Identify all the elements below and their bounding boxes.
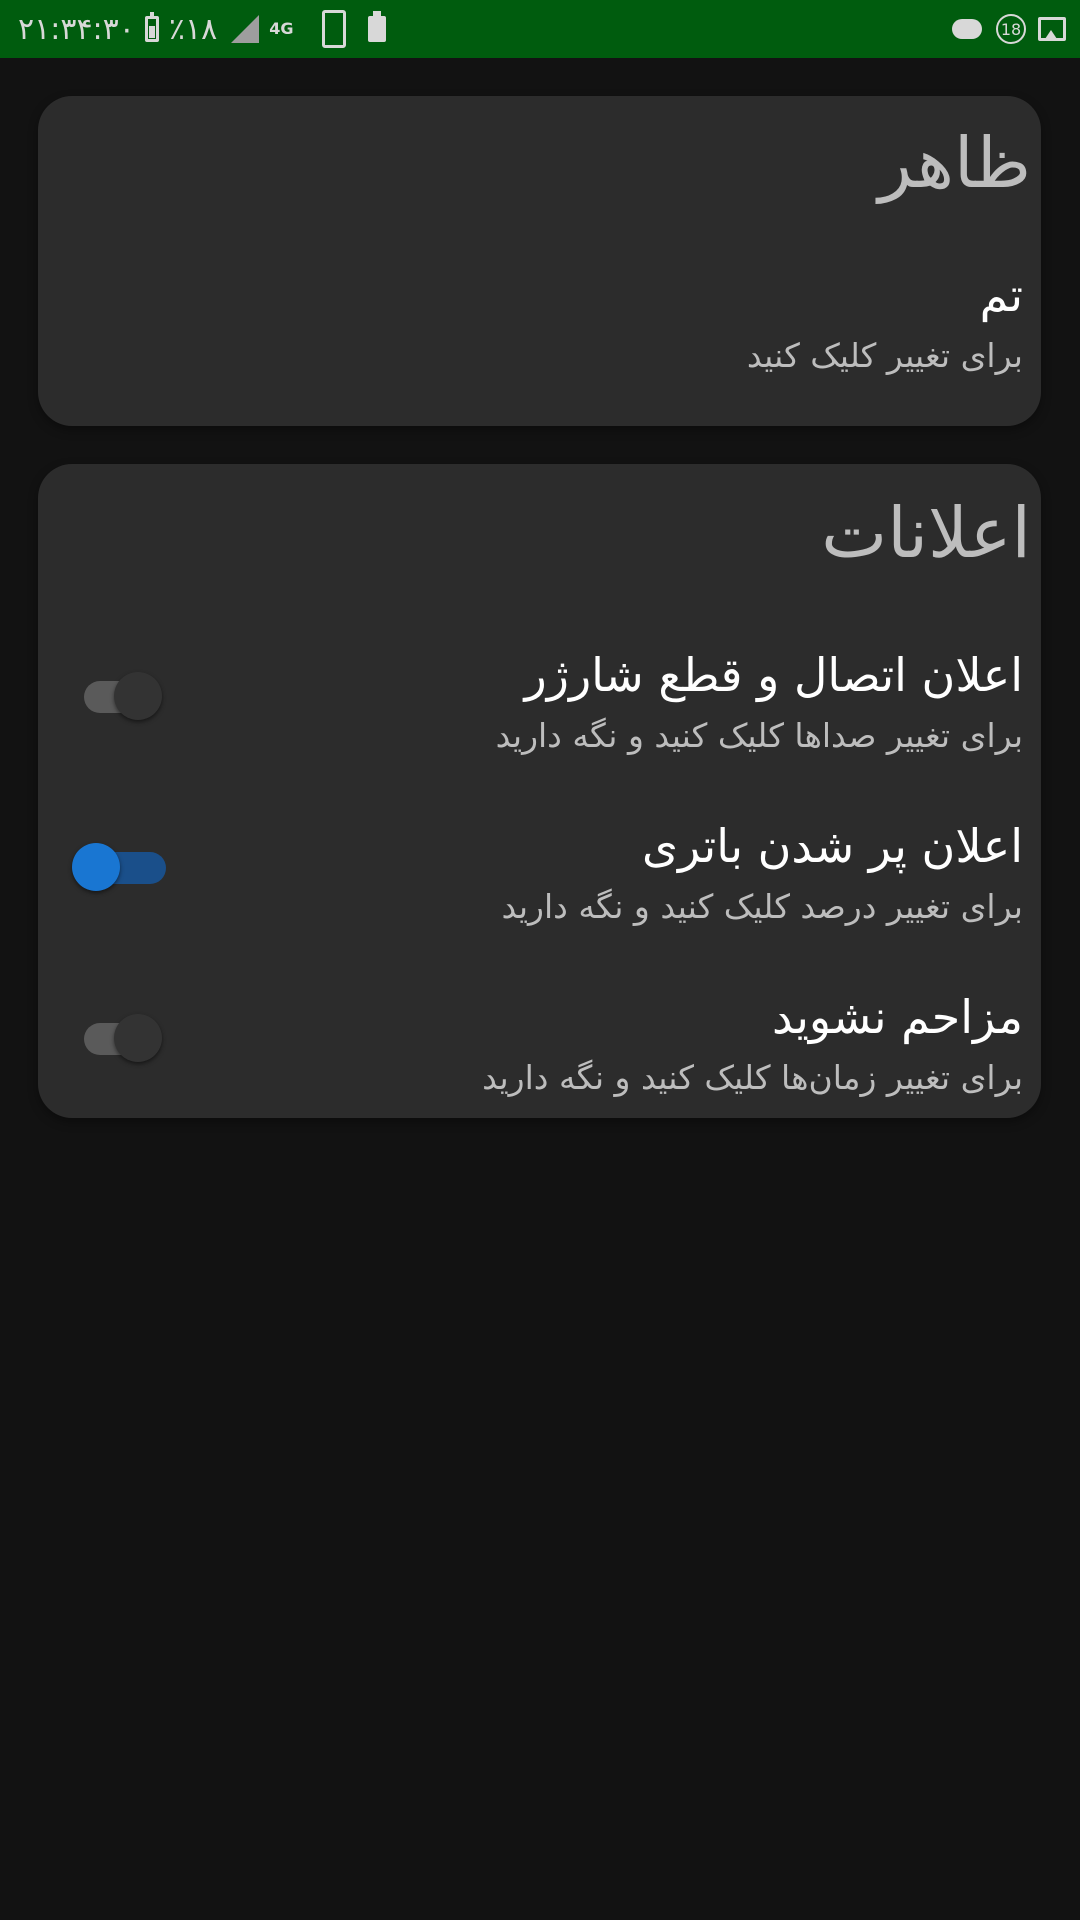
phone-icon — [321, 10, 346, 48]
section-title-appearance: ظاهر — [878, 122, 1031, 204]
notifications-card: اعلانات اعلان اتصال و قطع شارژر برای تغی… — [38, 464, 1041, 1118]
pref-title: اعلان اتصال و قطع شارژر — [524, 648, 1023, 702]
notification-badge-icon: 18 — [996, 14, 1026, 44]
pref-summary: برای تغییر درصد کلیک کنید و نگه دارید — [501, 887, 1023, 926]
image-icon — [1038, 17, 1066, 41]
pref-do-not-disturb[interactable]: مزاحم نشوید برای تغییر زمان‌ها کلیک کنید… — [38, 990, 1041, 1130]
status-time: ۲۱:۳۴:۳۰ — [18, 11, 135, 47]
pref-summary: برای تغییر زمان‌ها کلیک کنید و نگه دارید — [482, 1058, 1023, 1097]
status-bar: ۲۱:۳۴:۳۰ ٪۱۸ 4G 18 — [0, 0, 1080, 58]
pref-summary: برای تغییر کلیک کنید — [746, 336, 1023, 375]
pref-summary: برای تغییر صداها کلیک کنید و نگه دارید — [495, 716, 1023, 755]
switch-thumb — [114, 672, 162, 720]
appearance-card: ظاهر تم برای تغییر کلیک کنید — [38, 96, 1041, 426]
status-bar-left: ۲۱:۳۴:۳۰ ٪۱۸ 4G — [18, 0, 386, 58]
battery-icon — [144, 12, 159, 42]
status-bar-right: 18 — [952, 0, 1066, 58]
battery-percent: ٪۱۸ — [168, 11, 218, 47]
pref-title: تم — [979, 268, 1023, 322]
pref-title: اعلان پر شدن باتری — [642, 819, 1023, 873]
battery-saver-icon — [367, 11, 386, 42]
switch-thumb — [114, 1014, 162, 1062]
pref-theme[interactable]: تم برای تغییر کلیک کنید — [38, 268, 1041, 408]
pref-battery-full-notification[interactable]: اعلان پر شدن باتری برای تغییر درصد کلیک … — [38, 819, 1041, 959]
cloud-icon — [952, 19, 982, 39]
charger-notification-switch[interactable] — [84, 672, 164, 722]
switch-thumb — [72, 843, 120, 891]
battery-full-notification-switch[interactable] — [72, 843, 166, 893]
network-4g-icon: 4G — [269, 19, 294, 38]
section-title-notifications: اعلانات — [821, 492, 1031, 574]
pref-charger-notification[interactable]: اعلان اتصال و قطع شارژر برای تغییر صداها… — [38, 648, 1041, 788]
do-not-disturb-switch[interactable] — [84, 1014, 164, 1064]
signal-icon — [231, 15, 260, 43]
pref-title: مزاحم نشوید — [771, 990, 1023, 1044]
